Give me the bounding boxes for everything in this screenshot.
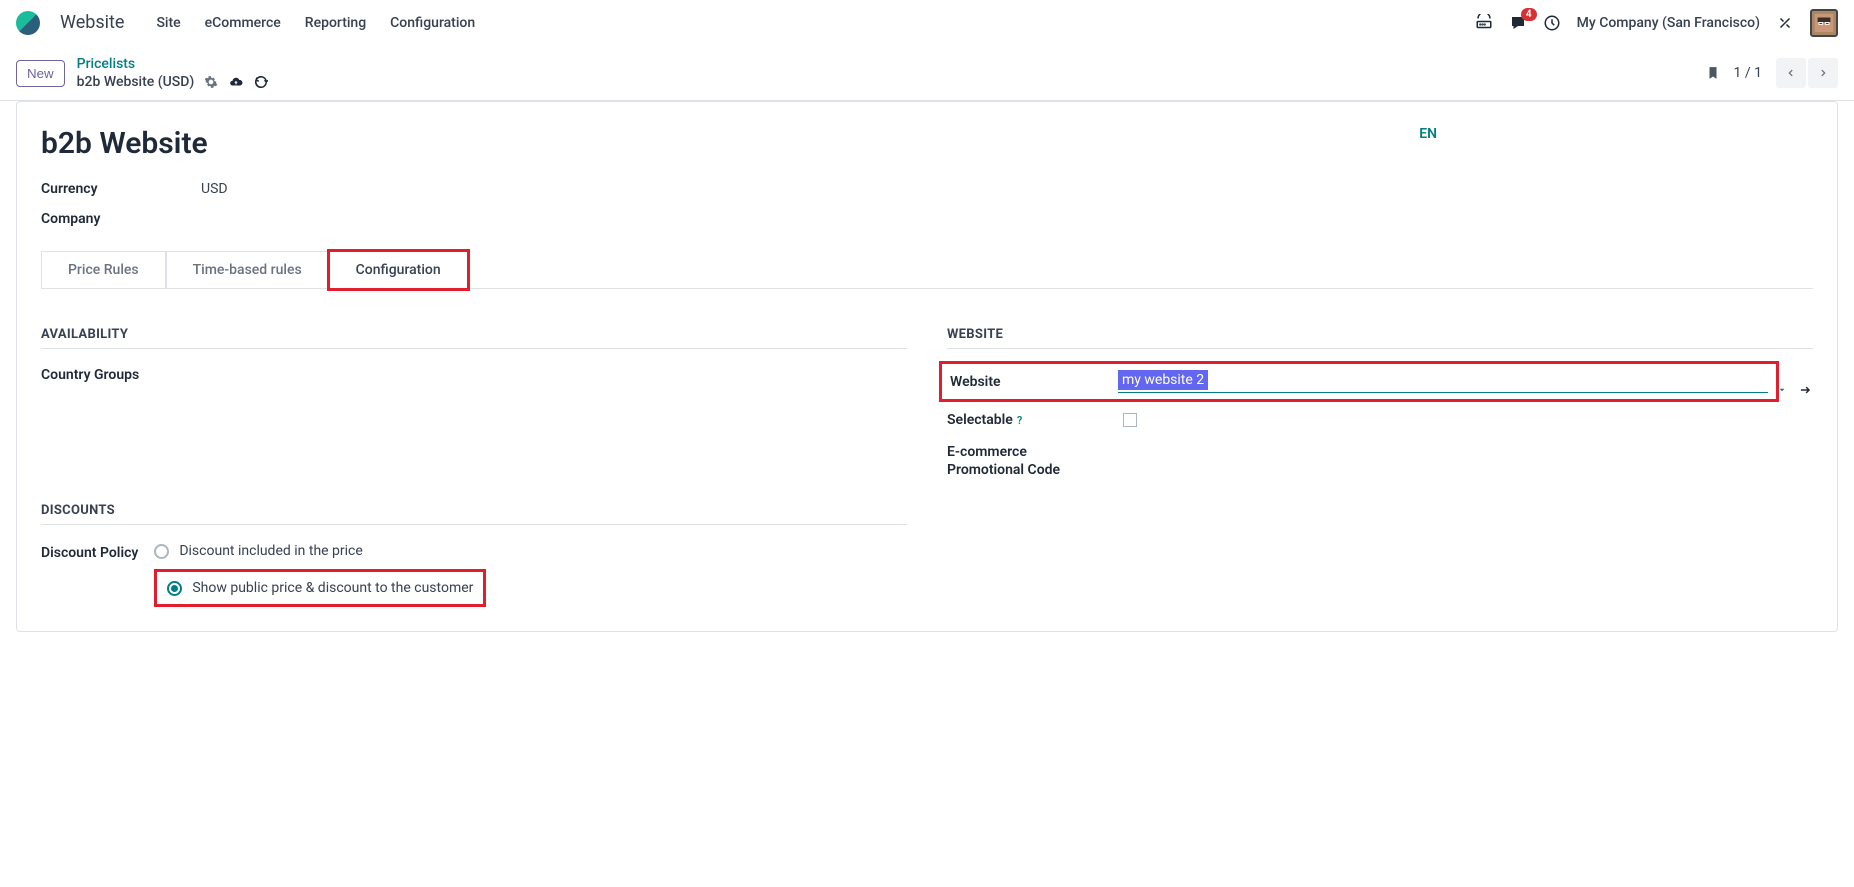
tab-configuration[interactable]: Configuration	[329, 251, 468, 289]
pager-text[interactable]: 1 / 1	[1734, 65, 1762, 81]
website-field-highlight: Website my website 2	[939, 361, 1779, 402]
breadcrumb-parent[interactable]: Pricelists	[77, 56, 269, 72]
availability-section: AVAILABILITY Country Groups DISCOUNTS Di…	[41, 327, 907, 607]
activity-icon[interactable]	[1543, 14, 1561, 32]
content-wrap: EN b2b Website Currency USD Company Pric…	[0, 101, 1854, 648]
currency-label: Currency	[41, 181, 201, 197]
company-row: Company	[41, 211, 1813, 227]
country-groups-label: Country Groups	[41, 367, 217, 383]
navbar-right: 4 My Company (San Francisco)	[1475, 9, 1838, 37]
config-grid: AVAILABILITY Country Groups DISCOUNTS Di…	[41, 327, 1813, 607]
discard-icon[interactable]	[254, 75, 268, 89]
tabs: Price Rules Time-based rules Configurati…	[41, 251, 1813, 289]
discount-policy-options: Discount included in the price Show publ…	[154, 543, 486, 607]
tools-icon[interactable]	[1776, 14, 1794, 32]
gear-icon[interactable]	[204, 75, 218, 89]
discount-option-show-label: Show public price & discount to the cust…	[192, 580, 473, 596]
currency-value[interactable]: USD	[201, 181, 228, 197]
breadcrumb-current: b2b Website (USD)	[77, 74, 195, 90]
ecommerce-code-label: E-commerce Promotional Code	[947, 444, 1123, 478]
navbar-left: Website Site eCommerce Reporting Configu…	[16, 11, 475, 35]
currency-row: Currency USD	[41, 181, 1813, 197]
messages-icon[interactable]: 4	[1509, 14, 1527, 32]
discount-option-included-label: Discount included in the price	[179, 543, 362, 559]
record-title: b2b Website	[41, 126, 1813, 161]
nav-item-ecommerce[interactable]: eCommerce	[205, 15, 281, 31]
website-input[interactable]	[1118, 370, 1768, 393]
app-logo[interactable]	[16, 11, 40, 35]
company-label: Company	[41, 211, 201, 227]
website-dropdown-caret[interactable]	[1777, 385, 1787, 395]
pager-next[interactable]	[1808, 58, 1838, 88]
form-sheet: EN b2b Website Currency USD Company Pric…	[16, 101, 1838, 632]
discounts-title: DISCOUNTS	[41, 503, 907, 525]
website-section: WEBSITE Website my website 2	[947, 327, 1813, 607]
pager: 1 / 1	[1706, 58, 1838, 88]
selectable-checkbox[interactable]	[1123, 413, 1137, 427]
nav-menu: Site eCommerce Reporting Configuration	[156, 15, 475, 31]
discount-option-show[interactable]: Show public price & discount to the cust…	[167, 580, 473, 596]
website-external-link-icon[interactable]	[1797, 383, 1813, 397]
country-groups-row: Country Groups	[41, 367, 907, 383]
tab-price-rules[interactable]: Price Rules	[41, 251, 166, 288]
discount-policy-label: Discount Policy	[41, 543, 138, 561]
ecommerce-code-row: E-commerce Promotional Code	[947, 444, 1813, 478]
tab-time-based-rules[interactable]: Time-based rules	[166, 251, 329, 288]
pager-prev[interactable]	[1776, 58, 1806, 88]
new-button[interactable]: New	[16, 60, 65, 87]
top-navbar: Website Site eCommerce Reporting Configu…	[0, 0, 1854, 46]
cloud-upload-icon[interactable]	[228, 75, 244, 89]
selectable-help-icon[interactable]: ?	[1017, 414, 1022, 427]
website-section-title: WEBSITE	[947, 327, 1813, 349]
selectable-label: Selectable ?	[947, 412, 1123, 428]
tray-icon[interactable]	[1475, 14, 1493, 32]
user-avatar[interactable]	[1810, 9, 1838, 37]
radio-included[interactable]	[154, 544, 169, 559]
website-label: Website	[950, 374, 1118, 390]
radio-show-public[interactable]	[167, 581, 182, 596]
selectable-row: Selectable ?	[947, 412, 1813, 428]
nav-item-reporting[interactable]: Reporting	[305, 15, 366, 31]
discount-option-included[interactable]: Discount included in the price	[154, 543, 486, 559]
discounts-section: DISCOUNTS Discount Policy Discount inclu…	[41, 503, 907, 607]
app-name[interactable]: Website	[60, 12, 124, 33]
bookmark-icon[interactable]	[1706, 65, 1720, 81]
company-selector[interactable]: My Company (San Francisco)	[1577, 15, 1760, 31]
breadcrumb-row: New Pricelists b2b Website (USD) 1 / 1	[0, 46, 1854, 101]
discount-policy-row: Discount Policy Discount included in the…	[41, 543, 907, 607]
breadcrumb: Pricelists b2b Website (USD)	[77, 56, 269, 90]
discount-option-show-highlight: Show public price & discount to the cust…	[154, 569, 486, 607]
messages-badge: 4	[1521, 8, 1537, 21]
website-field-wrap: my website 2	[1118, 370, 1768, 393]
language-toggle[interactable]: EN	[1419, 126, 1437, 142]
availability-title: AVAILABILITY	[41, 327, 907, 349]
nav-item-site[interactable]: Site	[156, 15, 180, 31]
nav-item-configuration[interactable]: Configuration	[390, 15, 475, 31]
breadcrumb-current-row: b2b Website (USD)	[77, 74, 269, 90]
